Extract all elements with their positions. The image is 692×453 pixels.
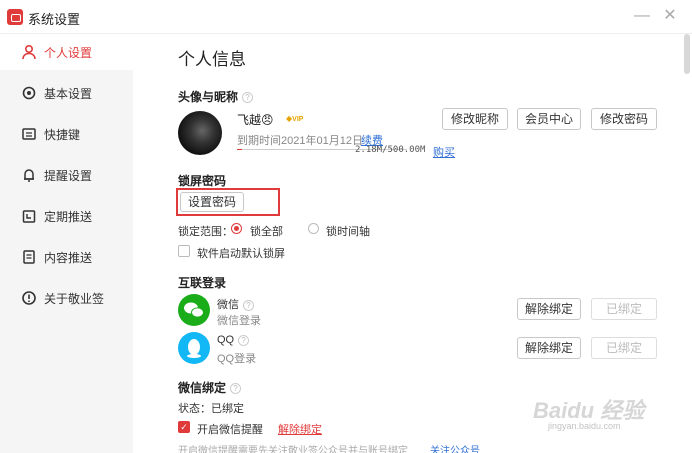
lock-all-radio[interactable] xyxy=(231,223,242,234)
wechat-logo-icon xyxy=(178,294,210,326)
lock-scope-label: 锁定范围： xyxy=(178,226,233,238)
buy-link[interactable]: 购买 xyxy=(433,144,455,160)
lock-section-title: 锁屏密码 xyxy=(178,174,227,188)
calendar-icon xyxy=(22,210,36,223)
sidebar-item-reminder-settings[interactable]: 提醒设置 xyxy=(0,157,133,193)
person-icon xyxy=(22,44,36,60)
lock-timeline-label: 锁时间轴 xyxy=(326,226,370,238)
sidebar-item-label: 个人设置 xyxy=(44,46,93,60)
sidebar-item-label: 定期推送 xyxy=(44,210,93,224)
close-button[interactable]: ✕ xyxy=(660,6,680,26)
window-title: 系统设置 xyxy=(28,12,81,27)
sidebar-item-label: 关于敬业签 xyxy=(44,292,105,306)
default-lock-checkbox[interactable] xyxy=(178,245,190,257)
qq-penguin-icon xyxy=(187,339,201,358)
bind-status: 状态：已绑定 xyxy=(178,403,244,415)
login-section-title: 互联登录 xyxy=(178,276,227,290)
wechat-reminder-label: 开启微信提醒 xyxy=(197,424,263,436)
sidebar-item-shortcuts[interactable]: 快捷键 xyxy=(0,116,133,152)
help-icon[interactable]: ? xyxy=(243,299,254,311)
change-password-button[interactable]: 修改密码 xyxy=(591,108,657,130)
lock-all-label: 锁全部 xyxy=(250,226,283,238)
nickname: 飞越😠 xyxy=(237,113,274,127)
main-panel: 个人信息 头像与昵称? 飞越😠 ◆VIP 到期时间2021年01月12日 续费 … xyxy=(133,34,692,453)
wechat-bind-section-title: 微信绑定? xyxy=(178,379,242,396)
title-bar: 系统设置 — ✕ xyxy=(0,0,692,34)
help-icon[interactable]: ? xyxy=(242,92,254,104)
edit-nickname-button[interactable]: 修改昵称 xyxy=(442,108,508,130)
qq-sub: QQ登录 xyxy=(217,353,257,365)
default-lock-label: 软件启动默认锁屏 xyxy=(197,248,285,260)
wechat-sub: 微信登录 xyxy=(217,315,261,327)
sidebar-item-personal-settings[interactable]: 个人设置 xyxy=(0,34,133,70)
sidebar-item-content-push[interactable]: 内容推送 xyxy=(0,239,133,275)
wechat-bound-button: 已绑定 xyxy=(591,298,657,320)
sidebar: 个人设置 基本设置 快捷键 提醒设置 定期推送 内容推送 关于敬业签 xyxy=(0,34,133,453)
expire-text: 到期时间2021年01月12日 xyxy=(237,135,363,147)
qq-bound-button: 已绑定 xyxy=(591,337,657,359)
sidebar-item-label: 基本设置 xyxy=(44,87,93,101)
profile-section-label: 头像与昵称 xyxy=(178,90,239,104)
wechat-name: 微信? xyxy=(217,296,254,312)
watermark-url: jingyan.baidu.com xyxy=(548,421,621,431)
page-title: 个人信息 xyxy=(178,50,246,69)
member-center-button[interactable]: 会员中心 xyxy=(517,108,581,130)
qq-logo-icon xyxy=(178,332,210,364)
sidebar-item-label: 内容推送 xyxy=(44,251,93,265)
set-password-button[interactable]: 设置密码 xyxy=(180,192,244,212)
vip-badge: ◆VIP xyxy=(286,114,303,123)
storage-text: 2.18M/500.00M xyxy=(355,145,426,155)
sidebar-item-basic-settings[interactable]: 基本设置 xyxy=(0,75,133,111)
bell-icon xyxy=(24,169,34,182)
qq-unbind-button[interactable]: 解除绑定 xyxy=(517,337,581,359)
vip-label: VIP xyxy=(292,116,304,123)
qq-name: QQ? xyxy=(217,334,250,346)
lock-timeline-radio[interactable] xyxy=(308,223,319,234)
sidebar-item-label: 快捷键 xyxy=(44,128,81,142)
wechat-unbind-button[interactable]: 解除绑定 xyxy=(517,298,581,320)
profile-section-title: 头像与昵称? xyxy=(178,88,254,105)
avatar[interactable] xyxy=(178,111,222,155)
sidebar-item-scheduled-push[interactable]: 定期推送 xyxy=(0,198,133,234)
document-icon xyxy=(23,250,35,264)
minimize-button[interactable]: — xyxy=(632,6,652,26)
gear-icon xyxy=(22,86,36,100)
scrollbar[interactable] xyxy=(684,34,690,74)
qq-name-label: QQ xyxy=(217,334,235,346)
help-icon[interactable]: ? xyxy=(238,334,250,346)
wechat-bind-section-label: 微信绑定 xyxy=(178,381,227,395)
sidebar-item-about[interactable]: 关于敬业签 xyxy=(0,280,133,316)
wechat-note: 开启微信提醒需要先关注敬业签公众号并与账号绑定 xyxy=(178,446,408,453)
follow-account-link[interactable]: 关注公众号 xyxy=(430,442,480,453)
storage-progress-fill xyxy=(237,149,243,150)
wechat-bubbles-icon xyxy=(184,302,204,318)
help-icon[interactable]: ? xyxy=(230,383,242,395)
info-icon xyxy=(22,291,36,305)
wechat-unbind-link[interactable]: 解除绑定 xyxy=(278,421,322,437)
wechat-name-label: 微信 xyxy=(217,299,239,311)
sidebar-item-label: 提醒设置 xyxy=(44,169,93,183)
app-logo-icon xyxy=(7,9,23,25)
keyboard-icon xyxy=(22,128,36,140)
wechat-reminder-checkbox[interactable]: ✓ xyxy=(178,421,190,433)
